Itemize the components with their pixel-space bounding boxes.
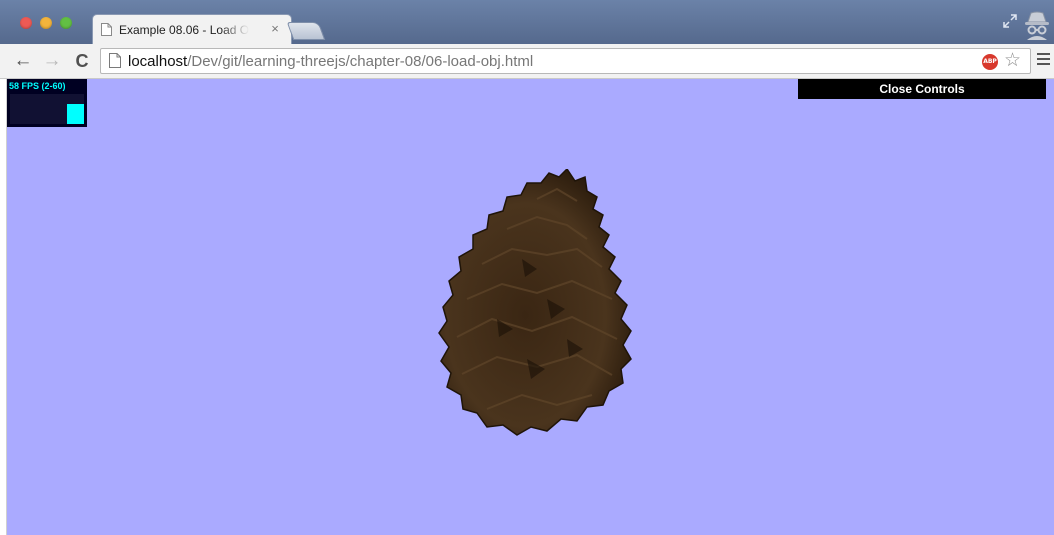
window-edge (0, 79, 7, 535)
back-button[interactable]: ← (12, 50, 34, 72)
tab-close-icon[interactable]: × (268, 21, 282, 37)
new-tab-button[interactable] (286, 22, 326, 40)
document-icon (101, 23, 112, 41)
close-controls-button[interactable]: Close Controls (798, 79, 1046, 99)
reload-button[interactable]: C (71, 50, 93, 72)
forward-button[interactable]: → (41, 50, 63, 72)
browser-window: Example 08.06 - Load OBJ × ← → C localho… (0, 0, 1054, 535)
zoom-window-button[interactable] (60, 17, 72, 29)
tab-title: Example 08.06 - Load OBJ (119, 23, 249, 37)
fps-stats-text: 58 FPS (2-60) (9, 81, 66, 91)
address-bar[interactable]: localhost/Dev/git/learning-threejs/chapt… (100, 48, 1031, 74)
browser-toolbar: ← → C localhost/Dev/git/learning-threejs… (0, 44, 1054, 79)
incognito-icon[interactable] (1022, 10, 1052, 45)
pinecone-model (438, 169, 632, 436)
fps-graph-bar (67, 104, 84, 124)
fps-graph (10, 94, 84, 124)
close-window-button[interactable] (20, 17, 32, 29)
url-host: localhost (128, 53, 188, 70)
hamburger-menu-icon[interactable] (1037, 53, 1050, 68)
bookmark-star-icon[interactable]: ☆ (1004, 50, 1021, 72)
tab-active[interactable]: Example 08.06 - Load OBJ × (92, 14, 292, 44)
minimize-window-button[interactable] (40, 17, 52, 29)
adblock-icon[interactable]: ABP (982, 54, 998, 70)
webgl-canvas[interactable]: 58 FPS (2-60) Close Controls (7, 79, 1054, 535)
tab-strip: Example 08.06 - Load OBJ × (0, 0, 1054, 44)
document-icon (109, 53, 121, 73)
fps-stats-panel[interactable]: 58 FPS (2-60) (7, 79, 87, 127)
url-text[interactable]: localhost/Dev/git/learning-threejs/chapt… (128, 53, 533, 70)
restore-icon[interactable] (1003, 14, 1017, 33)
url-path: /Dev/git/learning-threejs/chapter-08/06-… (187, 53, 534, 70)
